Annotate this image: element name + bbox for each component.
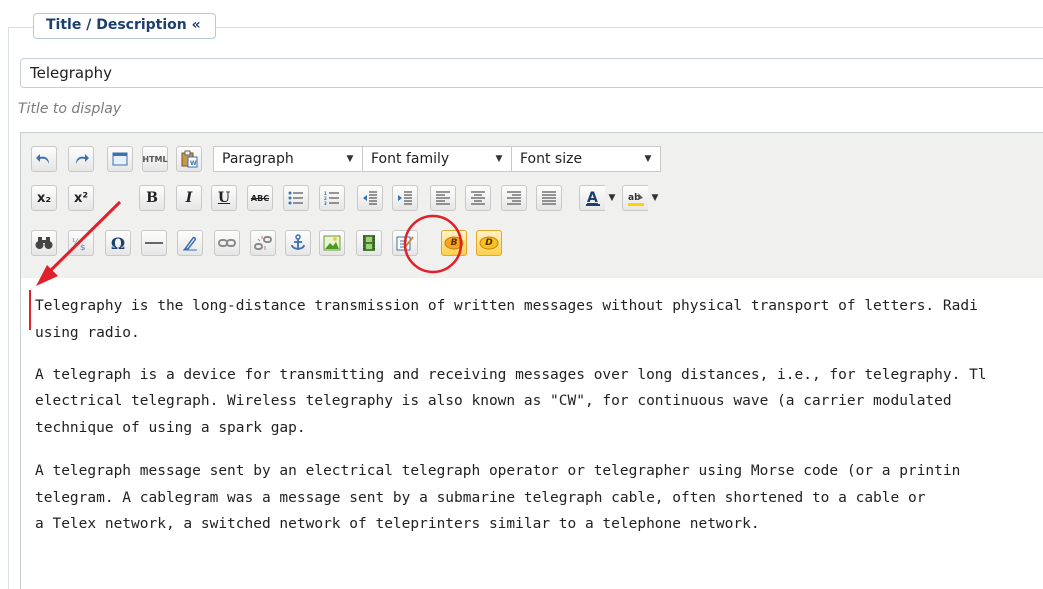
annotation-overlay [36, 200, 463, 286]
annotation-arrow-icon [44, 200, 122, 277]
annotation-circle-icon [403, 214, 463, 274]
